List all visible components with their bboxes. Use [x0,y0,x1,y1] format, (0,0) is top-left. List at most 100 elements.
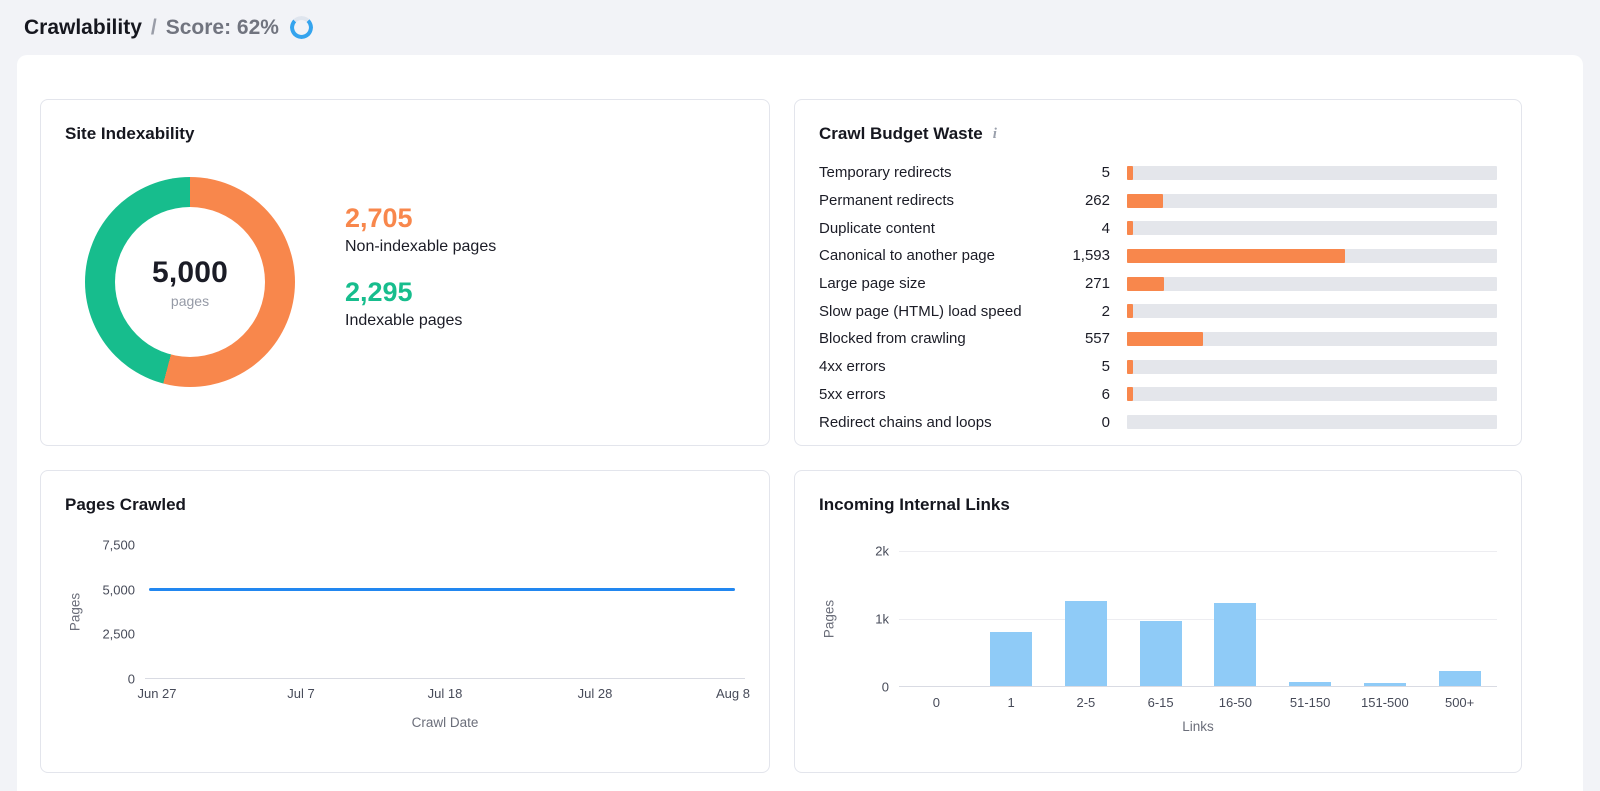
crawl-budget-waste-title: Crawl Budget Waste [819,124,983,143]
issue-label: Permanent redirects [819,192,955,210]
bar-slot [1123,551,1198,687]
page-header: Crawlability / Score: 62% [0,0,1600,44]
issue-bar-fill [1127,248,1345,263]
issue-bar-fill [1127,331,1204,346]
issue-count: 262 [1084,192,1110,210]
issue-label: Slow page (HTML) load speed [819,302,1022,320]
issue-count: 271 [1084,275,1110,293]
score-progress-ring-icon [289,16,313,39]
indexable-value: 2,295 [345,277,413,307]
indexability-legend: 2,705 Non-indexable pages 2,295 Indexabl… [345,205,496,330]
x-tick-label: 51-150 [1289,695,1331,710]
y-tick-label: 0 [127,671,135,687]
legend-item-indexable: 2,295 Indexable pages [345,279,496,330]
issue-bar-track [1127,248,1497,263]
issue-bar-track [1127,304,1497,319]
page-title: Crawlability [24,15,142,39]
x-tick-label: 2-5 [1076,695,1096,710]
x-tick-label: 6-15 [1147,695,1174,710]
crawl-budget-row: Temporary redirects 5 [819,159,1497,187]
dashboard-grid: Site Indexability 5,000 pages 2,705 Non-… [17,55,1583,773]
y-tick-label: 0 [881,679,889,695]
crawl-budget-row: 5xx errors 6 [819,381,1497,409]
y-axis-title: Pages [67,592,83,632]
bar-slot [1422,551,1497,687]
crawl-budget-row: Redirect chains and loops 0 [819,408,1497,436]
incoming-internal-links-plot [899,551,1497,687]
total-pages-unit: pages [170,292,210,309]
issue-bar-fill [1127,276,1165,291]
x-axis-title: Crawl Date [411,715,479,730]
issue-bar-fill [1127,165,1133,180]
issue-count: 4 [1101,219,1110,237]
indexability-donut-chart: 5,000 pages [85,177,295,387]
y-axis-ticks: 2k 1k 0 [839,544,899,695]
x-axis-ticks: 0 1 2-5 6-15 16-50 51-150 151-500 500+ [899,695,1497,710]
issue-label: 5xx errors [819,385,886,403]
site-indexability-title: Site Indexability [65,124,195,143]
issue-label: Large page size [819,275,926,293]
y-axis-ticks: 7,500 5,000 2,500 0 [85,538,145,687]
links-bar [990,631,1033,686]
x-axis-title: Links [1182,719,1214,734]
issue-bar-track [1127,165,1497,180]
issue-count: 5 [1101,358,1110,376]
issue-count: 2 [1101,302,1110,320]
x-tick-label: 1 [1007,695,1015,710]
crawl-budget-row: Canonical to another page 1,593 [819,242,1497,270]
x-tick-label: 0 [932,695,940,710]
issue-count: 557 [1084,330,1110,348]
y-tick-label: 2k [875,543,889,559]
issue-label: Duplicate content [819,219,935,237]
issue-count: 1,593 [1072,247,1110,265]
x-axis-line [145,678,745,679]
y-tick-label: 7,500 [102,537,135,553]
x-tick-label: Jul 7 [287,686,315,701]
site-indexability-card: Site Indexability 5,000 pages 2,705 Non-… [40,99,770,446]
issue-count: 6 [1101,385,1110,403]
links-bar [1214,603,1257,686]
total-pages-value: 5,000 [151,255,229,289]
bar-slot [1273,551,1348,687]
x-tick-label: Jul 18 [427,686,463,701]
crawl-budget-waste-header: Crawl Budget Waste i [819,124,1497,144]
x-tick-label: Aug 8 [716,686,750,701]
issue-label: Blocked from crawling [819,330,966,348]
issue-bar-fill [1127,359,1133,374]
bar-slot [1049,551,1124,687]
site-indexability-body: 5,000 pages 2,705 Non-indexable pages 2,… [65,177,745,387]
x-tick-label: Jul 28 [577,686,613,701]
issue-label: Redirect chains and loops [819,413,992,431]
x-tick-label: 151-500 [1361,695,1409,710]
content-sheet: Site Indexability 5,000 pages 2,705 Non-… [17,55,1583,791]
incoming-internal-links-card: Incoming Internal Links Pages 2k 1k 0 0 1 2-… [794,470,1522,773]
pages-crawled-plot [145,545,745,679]
donut-center: 5,000 pages [115,207,265,357]
incoming-internal-links-chart: Pages 2k 1k 0 0 1 2-5 6-15 16-50 51-150 151-500 5… [819,544,1497,734]
issue-label: 4xx errors [819,358,886,376]
y-tick-label: 5,000 [102,582,135,598]
crawl-budget-waste-card: Crawl Budget Waste i Temporary redirects… [794,99,1522,446]
issue-bar-fill [1127,221,1133,236]
x-tick-label: 16-50 [1218,695,1252,710]
y-tick-label: 2,500 [102,626,135,642]
issue-bar-track [1127,359,1497,374]
bar-slot [1348,551,1423,687]
x-tick-label: Jun 27 [137,686,177,701]
bar-series [899,551,1497,687]
crawl-budget-row: 4xx errors 5 [819,353,1497,381]
crawl-budget-row: Permanent redirects 262 [819,187,1497,215]
pages-crawled-chart: Pages 7,500 5,000 2,500 0 Jun 27 Jul 7 Jul 18… [65,538,750,731]
links-bar [1064,601,1107,686]
y-tick-label: 1k [875,611,889,627]
issue-bar-fill [1127,387,1133,402]
pages-crawled-title: Pages Crawled [65,495,186,514]
issue-bar-track [1127,331,1497,346]
info-icon[interactable]: i [991,126,999,143]
pages-crawled-line-series [149,588,735,592]
y-axis-title: Pages [821,599,837,639]
bar-slot [1198,551,1273,687]
issue-bar-track [1127,387,1497,402]
pages-crawled-card: Pages Crawled Pages 7,500 5,000 2,500 0 Jun… [40,470,770,773]
crawl-budget-row: Blocked from crawling 557 [819,325,1497,353]
